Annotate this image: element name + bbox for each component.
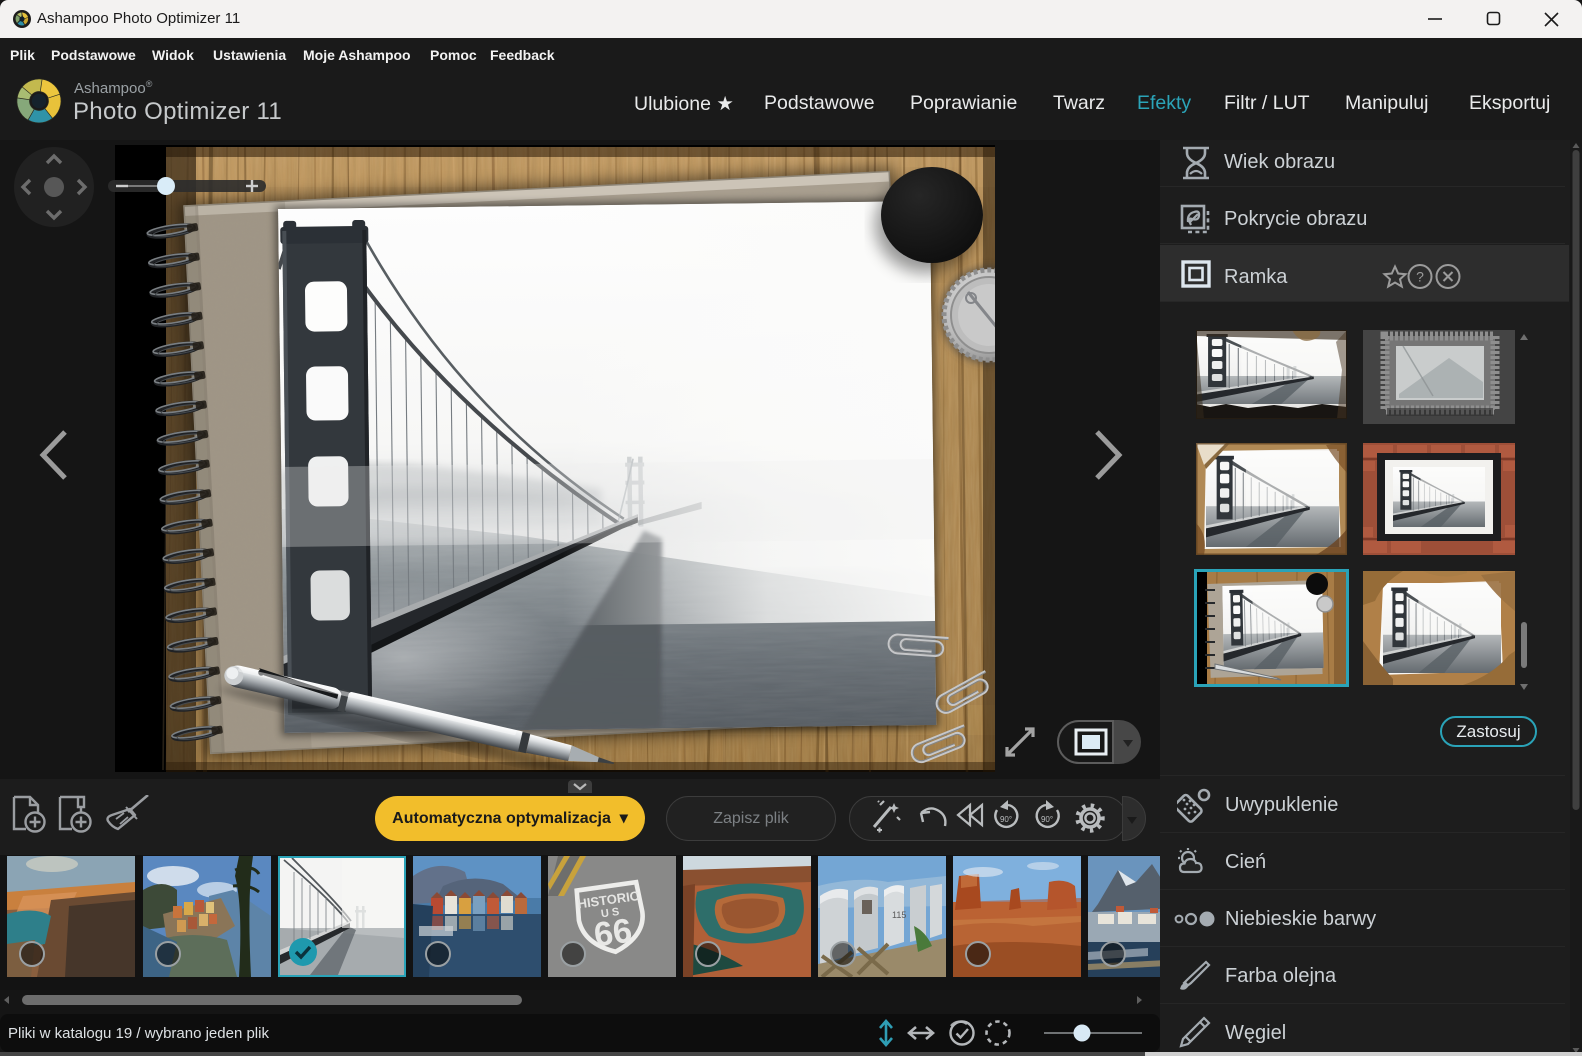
svg-text:90°: 90° — [1041, 815, 1053, 824]
svg-text:66: 66 — [592, 911, 635, 954]
svg-text:90°: 90° — [1000, 815, 1012, 824]
svg-text:115: 115 — [892, 910, 906, 920]
svg-text:?: ? — [1416, 269, 1424, 285]
